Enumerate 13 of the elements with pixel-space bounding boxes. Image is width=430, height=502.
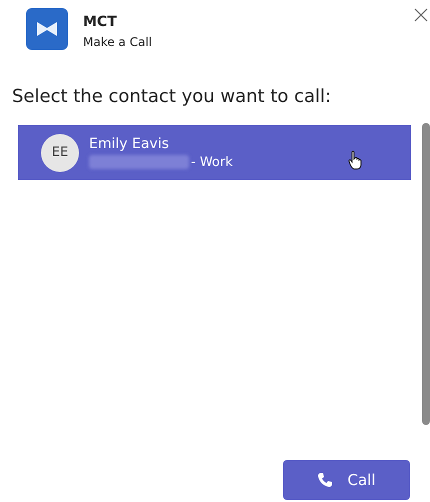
contact-name: Emily Eavis <box>89 136 170 152</box>
app-name: MCT <box>83 14 118 30</box>
hand-cursor-icon <box>348 150 362 170</box>
call-button[interactable]: Call <box>283 460 410 500</box>
app-logo-icon <box>26 8 68 50</box>
scrollbar[interactable] <box>422 123 430 425</box>
close-button[interactable] <box>414 8 428 22</box>
phone-icon <box>317 472 334 488</box>
avatar: EE <box>41 134 79 172</box>
prompt-text: Select the contact you want to call: <box>11 85 332 107</box>
app-subtitle: Make a Call <box>83 35 152 49</box>
number-type: - Work <box>191 154 233 170</box>
contact-item[interactable]: EE Emily Eavis - Work <box>18 125 411 180</box>
